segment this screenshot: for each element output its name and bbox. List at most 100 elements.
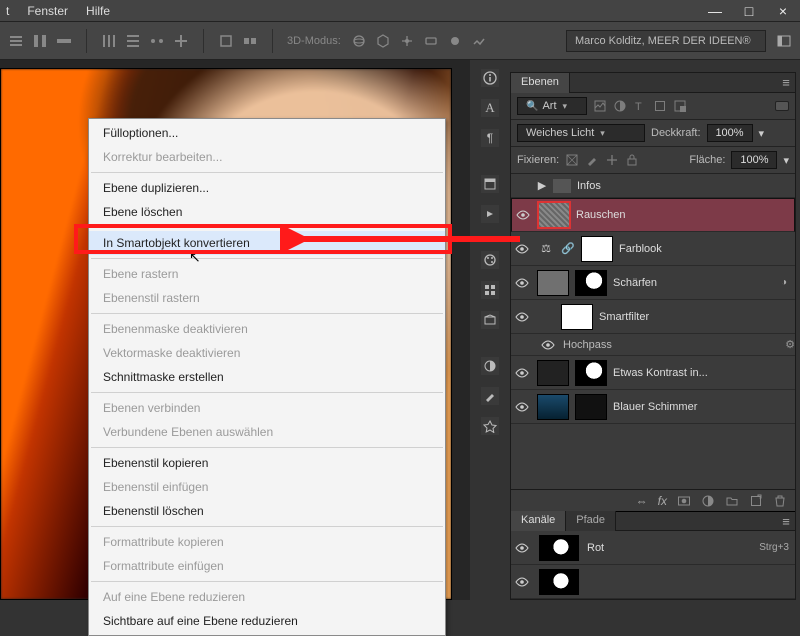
filter-pixel-icon[interactable] — [593, 99, 607, 113]
swatches-panel-icon[interactable] — [480, 280, 500, 300]
filter-smart-icon[interactable] — [673, 99, 687, 113]
spacing-icon[interactable] — [242, 33, 258, 49]
styles-panel-icon[interactable] — [480, 310, 500, 330]
layer-name[interactable]: Schärfen — [613, 277, 775, 289]
visibility-toggle[interactable] — [513, 177, 531, 195]
3d-icon[interactable] — [423, 33, 439, 49]
panel-menu-icon[interactable]: ≡ — [777, 512, 795, 530]
layer-list[interactable]: ▶ Infos Rauschen ⚖🔗Farblook Schärfen ◑ Smartfi… — [511, 174, 795, 489]
layer-name[interactable]: Smartfilter — [599, 311, 789, 323]
visibility-toggle[interactable] — [513, 240, 531, 258]
context-menu-item[interactable]: Ebene duplizieren... — [89, 176, 445, 200]
distribute-icon[interactable] — [125, 33, 141, 49]
channels-list[interactable]: RotStrg+3 — [511, 531, 795, 599]
layer-row[interactable]: ⚖🔗Farblook — [511, 232, 795, 266]
trash-icon[interactable] — [773, 494, 787, 508]
filter-settings-icon[interactable]: ⚙ — [785, 338, 795, 351]
collapsed-panels-strip[interactable]: A ¶ — [476, 68, 504, 436]
3d-icon[interactable] — [375, 33, 391, 49]
align-icon[interactable] — [56, 33, 72, 49]
chevron-down-icon[interactable]: ▾ — [759, 127, 765, 140]
distribute-icon[interactable] — [149, 33, 165, 49]
visibility-toggle[interactable] — [513, 539, 531, 557]
layer-mask-thumbnail[interactable] — [575, 360, 607, 386]
layer-name[interactable]: Blauer Schimmer — [613, 401, 789, 413]
lock-transparent-icon[interactable] — [565, 153, 579, 167]
lock-position-icon[interactable] — [605, 153, 619, 167]
distribute-icon[interactable] — [101, 33, 117, 49]
adjustments-panel-icon[interactable] — [480, 356, 500, 376]
lock-pixels-icon[interactable] — [585, 153, 599, 167]
brush-panel-icon[interactable] — [480, 386, 500, 406]
filter-type-icon[interactable]: T — [633, 99, 647, 113]
context-menu-item[interactable]: Ebenenstil kopieren — [89, 451, 445, 475]
layer-row[interactable]: Etwas Kontrast in... — [511, 356, 795, 390]
3d-icon[interactable] — [471, 33, 487, 49]
tab-pfade[interactable]: Pfade — [566, 511, 616, 531]
layer-thumbnail[interactable] — [538, 202, 570, 228]
layer-name[interactable]: Infos — [577, 180, 789, 192]
distribute-icon[interactable] — [173, 33, 189, 49]
context-menu-item[interactable]: Ebene löschen — [89, 200, 445, 224]
layer-thumbnail[interactable] — [537, 394, 569, 420]
layer-thumbnail[interactable] — [581, 236, 613, 262]
spacing-icon[interactable] — [218, 33, 234, 49]
visibility-toggle[interactable] — [514, 206, 532, 224]
layer-mask-thumbnail[interactable] — [575, 394, 607, 420]
layer-mask-icon[interactable] — [677, 494, 691, 508]
filter-shape-icon[interactable] — [653, 99, 667, 113]
opacity-field[interactable]: 100% — [707, 124, 753, 142]
link-layers-icon[interactable]: ⇔ — [636, 494, 648, 508]
menubar[interactable]: t Fenster Hilfe — [0, 0, 650, 22]
disclosure-triangle-icon[interactable]: ▶ — [537, 179, 547, 192]
new-adjustment-icon[interactable] — [701, 494, 715, 508]
layer-mask-thumbnail[interactable] — [575, 270, 607, 296]
3d-icon[interactable] — [351, 33, 367, 49]
layer-group[interactable]: ▶ Infos — [511, 174, 795, 198]
window-minimize-button[interactable]: — — [698, 0, 732, 22]
menu-item-hilfe[interactable]: Hilfe — [86, 4, 110, 18]
smartfilter-badge-icon[interactable]: ◑ — [781, 277, 789, 288]
navigator-panel-icon[interactable] — [480, 416, 500, 436]
tab-ebenen[interactable]: Ebenen — [511, 73, 570, 93]
menu-item-fenster[interactable]: Fenster — [27, 4, 68, 18]
filter-adjust-icon[interactable] — [613, 99, 627, 113]
layer-row[interactable]: Rauschen — [511, 198, 795, 232]
history-panel-icon[interactable] — [480, 174, 500, 194]
layer-thumbnail[interactable] — [561, 304, 593, 330]
info-panel-icon[interactable] — [480, 68, 500, 88]
menu-item[interactable]: t — [6, 4, 9, 18]
chevron-down-icon[interactable]: ▾ — [783, 154, 789, 167]
color-panel-icon[interactable] — [480, 250, 500, 270]
visibility-toggle[interactable] — [513, 398, 531, 416]
channel-thumbnail[interactable] — [539, 535, 579, 561]
context-menu-item[interactable]: In Smartobjekt konvertieren — [89, 231, 445, 255]
layer-thumbnail[interactable] — [537, 360, 569, 386]
panel-toggle-icon[interactable] — [776, 33, 792, 49]
context-menu-item[interactable]: Ebenenstil löschen — [89, 499, 445, 523]
layer-name[interactable]: Etwas Kontrast in... — [613, 367, 789, 379]
character-panel-icon[interactable]: A — [480, 98, 500, 118]
visibility-toggle[interactable] — [513, 573, 531, 591]
layer-row[interactable]: Schärfen ◑ — [511, 266, 795, 300]
context-menu-item[interactable]: Fülloptionen... — [89, 121, 445, 145]
3d-icon[interactable] — [447, 33, 463, 49]
align-icon[interactable] — [32, 33, 48, 49]
align-icon[interactable] — [8, 33, 24, 49]
layer-name[interactable]: Rauschen — [576, 209, 788, 221]
new-layer-icon[interactable] — [749, 494, 763, 508]
window-close-button[interactable]: × — [766, 0, 800, 22]
channel-thumbnail[interactable] — [539, 569, 579, 595]
visibility-toggle[interactable] — [513, 274, 531, 292]
context-menu-item[interactable]: Sichtbare auf eine Ebene reduzieren — [89, 609, 445, 633]
panel-menu-icon[interactable]: ≡ — [777, 74, 795, 92]
filter-toggle-switch[interactable] — [775, 101, 789, 111]
tab-kanaele[interactable]: Kanäle — [511, 511, 566, 531]
lock-all-icon[interactable] — [625, 153, 639, 167]
3d-icon[interactable] — [399, 33, 415, 49]
layer-name[interactable]: Farblook — [619, 243, 789, 255]
new-group-icon[interactable] — [725, 494, 739, 508]
visibility-toggle[interactable] — [513, 364, 531, 382]
layers-filter-kind[interactable]: 🔍 Art ▾ — [517, 97, 587, 115]
channel-row[interactable] — [511, 565, 795, 599]
